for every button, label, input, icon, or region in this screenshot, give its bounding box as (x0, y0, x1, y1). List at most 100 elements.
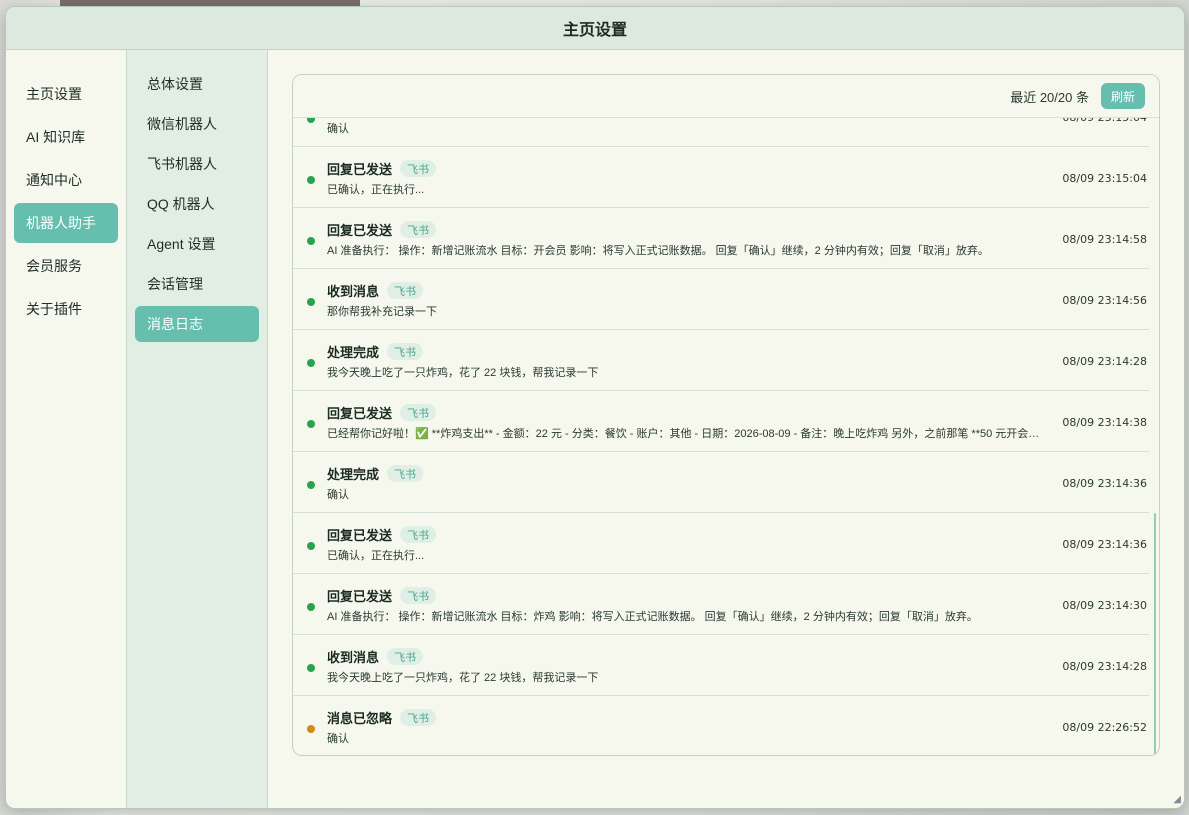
log-title: 回复已发送 (327, 162, 393, 177)
log-list[interactable]: 确认08/09 23:15:04回复已发送飞书已确认，正在执行...08/09 … (293, 118, 1159, 755)
log-title-group: 消息已忽略 飞书 (327, 708, 437, 727)
log-scroll-content: 确认08/09 23:15:04回复已发送飞书已确认，正在执行...08/09 … (293, 118, 1149, 755)
sidebar-item-label: 会员服务 (26, 258, 82, 274)
channel-badge: 飞书 (387, 343, 424, 360)
status-dot-ok (307, 298, 315, 306)
content-area: 最近 20/20 条 刷新 确认08/09 23:15:04回复已发送飞书已确认… (268, 50, 1184, 808)
resize-grip-icon[interactable]: ◢ (1173, 794, 1181, 805)
sidebar-item-label: 机器人助手 (26, 215, 96, 231)
log-row: 处理完成 飞书我今天晚上吃了一只炸鸡，花了 22 块钱，帮我记录一下 08/09 2… (293, 330, 1149, 391)
log-timestamp: 08/09 23:14:58 (1062, 233, 1147, 246)
log-title: 处理完成 (327, 467, 380, 482)
log-description: 已经帮你记好啦！✅ **炸鸡支出** - 金额：22 元 - 分类：餐饮 - 账… (327, 428, 1042, 440)
log-timestamp: 08/09 23:14:28 (1062, 660, 1147, 673)
refresh-button[interactable]: 刷新 (1100, 83, 1145, 109)
log-description: 已确认，正在执行... (327, 184, 425, 196)
sidebar-item-label: 主页设置 (26, 86, 82, 102)
status-dot-warning (307, 725, 315, 733)
channel-badge: 飞书 (400, 404, 437, 421)
channel-badge: 飞书 (400, 587, 437, 604)
log-description: 确认 (327, 123, 349, 135)
log-title-group: 处理完成 飞书 (327, 464, 424, 483)
subnav-item-wechat-bot[interactable]: 微信机器人 (135, 106, 259, 142)
log-timestamp: 08/09 23:15:04 (1062, 118, 1147, 124)
log-title: 消息已忽略 (327, 711, 393, 726)
subnav-item-qq-bot[interactable]: QQ 机器人 (135, 186, 259, 222)
log-row: 消息已忽略 飞书 确认 08/09 22:26:52 (293, 696, 1149, 755)
channel-badge: 飞书 (400, 160, 437, 177)
subnav-item-general[interactable]: 总体设置 (135, 66, 259, 102)
log-timestamp: 08/09 23:14:28 (1062, 355, 1147, 368)
sidebar-item-notifications[interactable]: 通知中心 (14, 160, 118, 200)
log-title: 回复已发送 (327, 223, 393, 238)
status-dot-ok (307, 542, 315, 550)
status-dot-ok (307, 481, 315, 489)
status-dot-ok (307, 118, 315, 123)
subnav-item-label: 消息日志 (147, 316, 203, 332)
channel-badge: 飞书 (400, 221, 437, 238)
log-row: 收到消息 飞书那你帮我补充记录一下 08/09 23:14:56 (293, 269, 1149, 330)
sidebar-item-membership[interactable]: 会员服务 (14, 246, 118, 286)
message-log-panel: 最近 20/20 条 刷新 确认08/09 23:15:04回复已发送飞书已确认… (292, 74, 1160, 756)
scrollbar-thumb[interactable] (1154, 513, 1156, 755)
subnav-item-feishu-bot[interactable]: 飞书机器人 (135, 146, 259, 182)
log-title: 回复已发送 (327, 589, 393, 604)
log-title: 收到消息 (327, 650, 380, 665)
log-row: 回复已发送 飞书已经帮你记好啦！✅ **炸鸡支出** - 金额：22 元 - 分类… (293, 391, 1149, 452)
log-row: 回复已发送 飞书已确认，正在执行... 08/09 23:14:36 (293, 513, 1149, 574)
window-body: 主页设置 AI 知识库 通知中心 机器人助手 会员服务 关于插件 总体设置 微信… (6, 50, 1184, 808)
log-title: 回复已发送 (327, 406, 393, 421)
subnav-item-message-log[interactable]: 消息日志 (135, 306, 259, 342)
subnav-item-label: 飞书机器人 (147, 156, 217, 172)
channel-badge: 飞书 (387, 282, 424, 299)
log-row: 回复已发送 飞书 AI 准备执行： 操作：新增记账流水 目标：炸鸡 影响：将写入正式… (293, 574, 1149, 635)
log-description: 我今天晚上吃了一只炸鸡，花了 22 块钱，帮我记录一下 (327, 672, 599, 684)
subnav-item-agent-settings[interactable]: Agent 设置 (135, 226, 259, 262)
log-description: 已确认，正在执行... (327, 550, 425, 562)
status-dot-ok (307, 176, 315, 184)
sidebar-item-label: AI 知识库 (26, 129, 86, 145)
log-timestamp: 08/09 23:14:36 (1062, 538, 1147, 551)
log-row: 回复已发送 飞书 AI 准备执行： 操作：新增记账流水 目标：开会员 影响：将写入正… (293, 208, 1149, 269)
log-row: 处理完成 飞书确认 08/09 23:14:36 (293, 452, 1149, 513)
sidebar-item-about[interactable]: 关于插件 (14, 289, 118, 329)
settings-window: 主页设置 主页设置 AI 知识库 通知中心 机器人助手 会员服务 关于插件 总体… (5, 6, 1185, 809)
status-dot-ok (307, 603, 315, 611)
sidebar-item-ai-knowledge[interactable]: AI 知识库 (14, 117, 118, 157)
main-sidebar: 主页设置 AI 知识库 通知中心 机器人助手 会员服务 关于插件 (6, 50, 127, 808)
sidebar-item-home-settings[interactable]: 主页设置 (14, 74, 118, 114)
log-row: 收到消息 飞书 我今天晚上吃了一只炸鸡，花了 22 块钱，帮我记录一下 08/09 2… (293, 635, 1149, 696)
channel-badge: 飞书 (387, 465, 424, 482)
log-description: 我今天晚上吃了一只炸鸡，花了 22 块钱，帮我记录一下 (327, 367, 599, 379)
channel-badge: 飞书 (400, 709, 437, 726)
log-title-group: 回复已发送 飞书 (327, 403, 437, 422)
log-title-group: 回复已发送 飞书 (327, 220, 437, 239)
subnav-item-label: 总体设置 (147, 76, 203, 92)
channel-badge: 飞书 (400, 526, 437, 543)
log-title-group: 处理完成 飞书 (327, 342, 424, 361)
sub-sidebar: 总体设置 微信机器人 飞书机器人 QQ 机器人 Agent 设置 会话管理 消息… (127, 50, 268, 808)
log-timestamp: 08/09 23:14:56 (1062, 294, 1147, 307)
log-row: 确认 08/09 23:15:04 (293, 118, 1149, 147)
log-timestamp: 08/09 23:14:38 (1062, 416, 1147, 429)
window-titlebar: 主页设置 (6, 7, 1184, 50)
log-title: 收到消息 (327, 284, 380, 299)
log-title: 回复已发送 (327, 528, 393, 543)
status-dot-ok (307, 664, 315, 672)
log-description: 那你帮我补充记录一下 (327, 306, 437, 318)
log-title-group: 收到消息 飞书 (327, 281, 424, 300)
subnav-item-sessions[interactable]: 会话管理 (135, 266, 259, 302)
log-timestamp: 08/09 23:14:36 (1062, 477, 1147, 490)
status-dot-ok (307, 420, 315, 428)
log-description: AI 准备执行： 操作：新增记账流水 目标：开会员 影响：将写入正式记账数据。 … (327, 245, 989, 257)
status-dot-ok (307, 359, 315, 367)
log-title-group: 回复已发送 飞书 (327, 159, 437, 178)
log-timestamp: 08/09 23:14:30 (1062, 599, 1147, 612)
log-title-group: 回复已发送 飞书 (327, 586, 437, 605)
sidebar-item-label: 关于插件 (26, 301, 82, 317)
log-description: 确认 (327, 489, 349, 501)
status-dot-ok (307, 237, 315, 245)
sidebar-item-robot-assistant[interactable]: 机器人助手 (14, 203, 118, 243)
log-row: 回复已发送 飞书 已确认，正在执行... 08/09 23:15:04 (293, 147, 1149, 208)
subnav-item-label: QQ 机器人 (147, 196, 215, 212)
